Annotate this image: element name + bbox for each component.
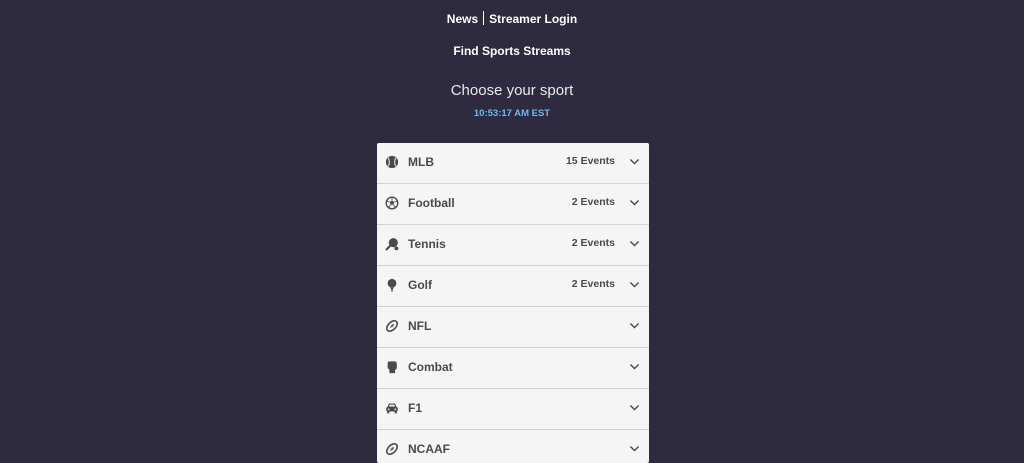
sport-row-mlb[interactable]: MLB 15 Events [377,143,649,184]
event-count: 2 Events [571,278,615,290]
golf-ball-icon [385,278,399,292]
sport-label: Football [408,196,455,210]
event-count: 2 Events [571,196,615,208]
news-link[interactable]: News [447,12,478,26]
sport-row-nfl[interactable]: NFL [377,307,649,348]
soccer-ball-icon [385,196,399,210]
fist-icon [385,360,399,374]
sport-label: F1 [408,401,423,415]
baseball-icon [385,155,399,169]
top-nav: News Streamer Login [0,11,1024,26]
chevron-down-icon[interactable] [629,197,640,208]
sport-row-f1[interactable]: F1 [377,389,649,430]
streamer-login-link[interactable]: Streamer Login [489,12,577,26]
sport-label: NFL [408,319,432,333]
chevron-down-icon[interactable] [629,402,640,413]
sport-row-combat[interactable]: Combat [377,348,649,389]
sport-label: MLB [408,155,434,169]
current-time: 10:53:17 AM EST [473,108,551,119]
find-sports-streams-link[interactable]: Find Sports Streams [0,44,1024,58]
racket-icon [385,237,399,251]
chevron-down-icon[interactable] [629,443,640,454]
sport-label: Tennis [408,237,446,251]
sport-label: NCAAF [408,442,450,456]
event-count: 15 Events [565,155,615,167]
nav-divider [483,11,485,25]
page-title: Choose your sport [450,82,574,99]
sport-label: Golf [408,278,432,292]
event-count: 2 Events [571,237,615,249]
chevron-down-icon[interactable] [629,279,640,290]
sport-row-ncaaf[interactable]: NCAAF [377,430,649,463]
car-icon [385,401,399,415]
chevron-down-icon[interactable] [629,238,640,249]
sport-row-football[interactable]: Football 2 Events [377,184,649,225]
sports-list: MLB 15 Events Football 2 Events Tennis 2… [377,143,649,463]
sport-row-tennis[interactable]: Tennis 2 Events [377,225,649,266]
sport-label: Combat [408,360,453,374]
football-icon [385,442,399,456]
chevron-down-icon[interactable] [629,156,640,167]
sport-row-golf[interactable]: Golf 2 Events [377,266,649,307]
chevron-down-icon[interactable] [629,361,640,372]
football-icon [385,319,399,333]
chevron-down-icon[interactable] [629,320,640,331]
